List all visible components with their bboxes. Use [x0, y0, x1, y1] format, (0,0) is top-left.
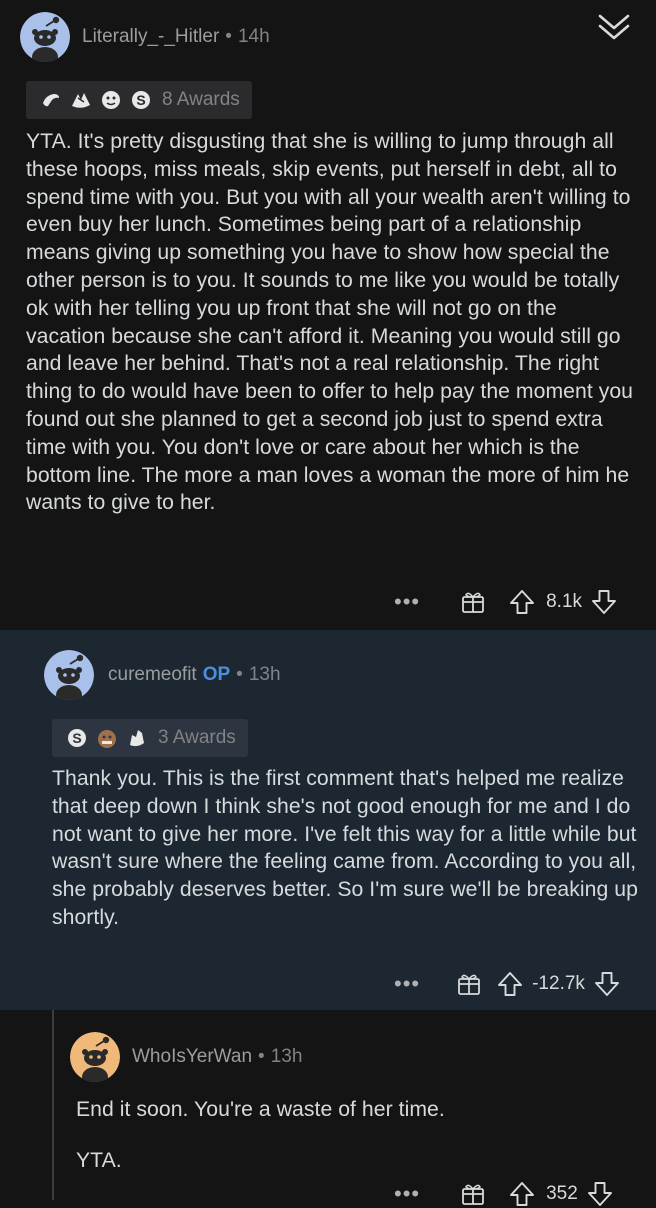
comment-meta: curemeofit OP • 13h	[108, 664, 281, 686]
separator-dot: •	[225, 26, 232, 47]
op-badge: OP	[202, 664, 231, 685]
award-gift-icon[interactable]	[456, 971, 482, 997]
timestamp: 14h	[237, 26, 270, 47]
downvote-arrow-icon[interactable]	[590, 588, 618, 616]
award-gift-icon[interactable]	[460, 589, 486, 615]
award-hands-icon	[72, 93, 90, 108]
award-face-icon	[102, 91, 120, 109]
award-silver-icon: S	[68, 729, 86, 747]
svg-text:S: S	[72, 730, 81, 746]
snoo-avatar-icon	[70, 1032, 120, 1082]
comment-text: YTA. It's pretty disgusting that she is …	[26, 130, 634, 515]
downvote-arrow-icon[interactable]	[586, 1180, 614, 1208]
comment-actions: ••• -12.7k	[394, 970, 621, 998]
svg-text:S: S	[136, 92, 145, 108]
award-face-icon	[98, 730, 116, 748]
separator-dot: •	[258, 1046, 265, 1067]
vote-score: -12.7k	[532, 973, 585, 994]
user-avatar[interactable]	[44, 650, 94, 700]
username[interactable]: curemeofit	[108, 664, 197, 685]
separator-dot: •	[236, 664, 243, 685]
comment-meta: Literally_-_Hitler • 14h	[82, 26, 270, 48]
comment-paragraph-2: YTA.	[76, 1148, 122, 1172]
awards-strip[interactable]: S 3 Awards	[52, 719, 248, 757]
comment-body: End it soon. You're a waste of her time.…	[76, 1096, 636, 1175]
comment-actions: ••• 352	[394, 1180, 614, 1208]
award-silver-icon: S	[132, 91, 150, 109]
comment-text: Thank you. This is the first comment tha…	[52, 767, 638, 929]
more-options-icon[interactable]: •••	[394, 1181, 420, 1207]
comment-actions: ••• 8.1k	[394, 588, 618, 616]
user-avatar[interactable]	[70, 1032, 120, 1082]
user-avatar[interactable]	[20, 12, 70, 62]
awards-count: 8 Awards	[162, 89, 240, 110]
upvote-arrow-icon[interactable]	[508, 588, 536, 616]
more-options-icon[interactable]: •••	[394, 589, 420, 615]
awards-count: 3 Awards	[158, 727, 236, 748]
comment-meta: WhoIsYerWan • 13h	[132, 1046, 302, 1068]
comment-body: Thank you. This is the first comment tha…	[52, 765, 642, 932]
collapse-chevron-icon[interactable]	[594, 10, 634, 44]
timestamp: 13h	[270, 1046, 303, 1067]
username[interactable]: Literally_-_Hitler	[82, 26, 219, 47]
downvote-arrow-icon[interactable]	[593, 970, 621, 998]
award-helpful-icon	[43, 94, 59, 107]
vote-score: 352	[546, 1183, 578, 1204]
upvote-arrow-icon[interactable]	[496, 970, 524, 998]
comment-whoisyerwan: WhoIsYerWan • 13h End it soon. You're a wa…	[0, 1010, 656, 1206]
more-options-icon[interactable]: •••	[394, 971, 420, 997]
upvote-arrow-icon[interactable]	[508, 1180, 536, 1208]
comment-literally-hitler: Literally_-_Hitler • 14h S 8 Awards YTA. I…	[0, 0, 656, 630]
thread-line[interactable]	[52, 1010, 54, 1200]
comment-paragraph-1: End it soon. You're a waste of her time.	[76, 1098, 445, 1121]
snoo-avatar-icon	[20, 12, 70, 62]
award-gift-icon[interactable]	[460, 1181, 486, 1207]
comment-body: YTA. It's pretty disgusting that she is …	[26, 128, 638, 517]
snoo-avatar-icon	[44, 650, 94, 700]
timestamp: 13h	[248, 664, 281, 685]
vote-score: 8.1k	[546, 591, 583, 612]
username[interactable]: WhoIsYerWan	[132, 1046, 252, 1067]
comment-op-curemeofit: curemeofit OP • 13h S 3 Awards Thank you. T…	[0, 630, 656, 1010]
award-hand-icon	[130, 730, 144, 747]
awards-strip[interactable]: S 8 Awards	[26, 81, 252, 119]
